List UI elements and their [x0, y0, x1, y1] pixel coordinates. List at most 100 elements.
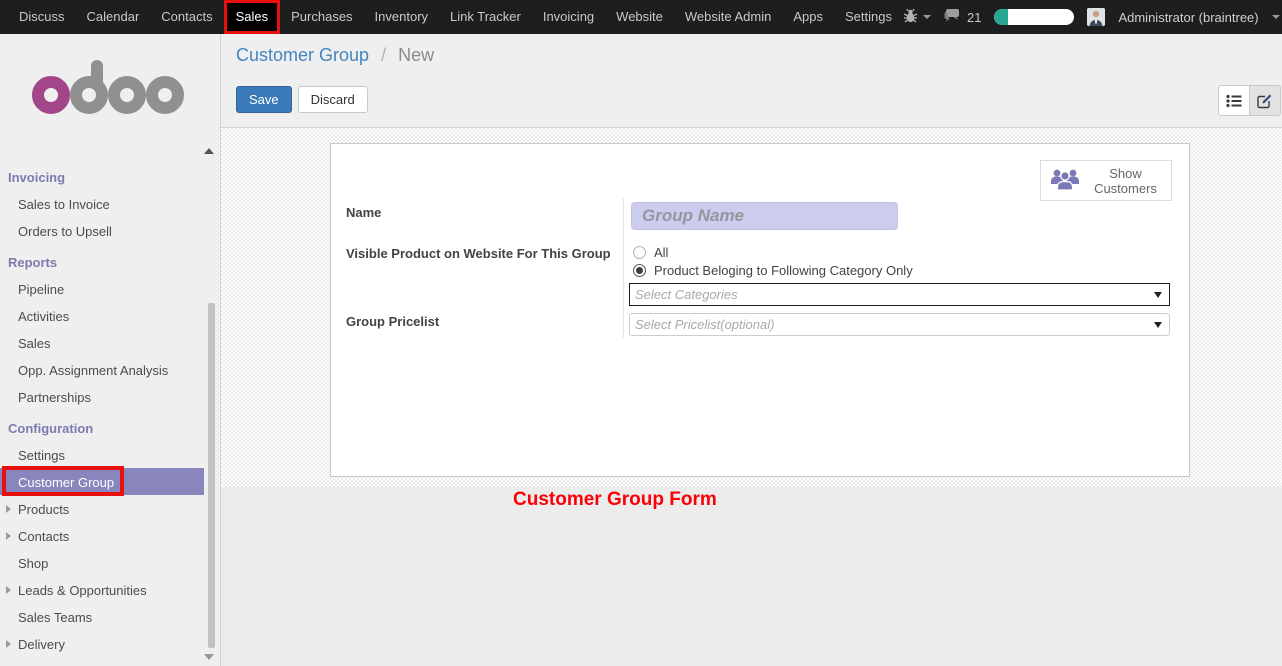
chat-icon	[944, 8, 962, 26]
caret-right-icon[interactable]	[6, 532, 11, 540]
sidebar-item-label: Leads & Opportunities	[18, 583, 147, 598]
avatar[interactable]	[1087, 8, 1105, 26]
main-content: Customer Group / New Save Discard	[221, 34, 1282, 666]
label-field-divider	[623, 198, 624, 338]
sidebar-item-label: Contacts	[18, 529, 69, 544]
sidebar-item-products[interactable]: Products	[0, 495, 204, 522]
sidebar-item-activities[interactable]: Activities	[0, 302, 204, 329]
radio-selected-icon[interactable]	[633, 264, 646, 277]
nav-item-sales[interactable]: Sales	[224, 0, 281, 34]
pricelist-input[interactable]	[630, 314, 1169, 335]
form-view-button[interactable]	[1249, 85, 1281, 116]
show-customers-label: Show Customers	[1089, 166, 1162, 196]
sidebar-item-contacts[interactable]: Contacts	[0, 522, 204, 549]
breadcrumb-parent-link[interactable]: Customer Group	[236, 45, 369, 65]
categories-select[interactable]	[629, 283, 1170, 306]
sidebar-item-partnerships[interactable]: Partnerships	[0, 383, 204, 410]
sidebar-item-label: Sales to Invoice	[18, 197, 110, 212]
sidebar-item-label: Activities	[18, 309, 69, 324]
sidebar-item-label: Pipeline	[18, 282, 64, 297]
user-menu[interactable]: Administrator (braintree)	[1118, 10, 1258, 25]
sidebar-item-pipeline[interactable]: Pipeline	[0, 275, 204, 302]
debug-menu[interactable]	[903, 8, 931, 26]
form-buttons: Save Discard	[236, 86, 368, 113]
sidebar-item-label: Partnerships	[18, 390, 91, 405]
top-menu: DiscussCalendarContactsSalesPurchasesInv…	[0, 0, 903, 34]
caret-down-icon[interactable]	[1154, 292, 1162, 298]
sidebar-item-opp-assignment-analysis[interactable]: Opp. Assignment Analysis	[0, 356, 204, 383]
sidebar-item-sales-teams[interactable]: Sales Teams	[0, 603, 204, 630]
bug-icon	[903, 8, 918, 26]
nav-item-inventory[interactable]: Inventory	[364, 0, 439, 34]
pricelist-select[interactable]	[629, 313, 1170, 336]
sidebar-item-shop[interactable]: Shop	[0, 549, 204, 576]
caret-down-icon	[923, 15, 931, 19]
show-customers-button[interactable]: Show Customers	[1040, 160, 1172, 201]
form-sheet: Show Customers Name Visible Product on W…	[330, 143, 1190, 477]
planner-progress-bar[interactable]	[994, 9, 1074, 25]
radio-option-all[interactable]: All	[633, 243, 913, 261]
discard-button[interactable]: Discard	[298, 86, 368, 113]
nav-item-contacts[interactable]: Contacts	[150, 0, 223, 34]
nav-item-settings[interactable]: Settings	[834, 0, 903, 34]
sidebar-item-sales-to-invoice[interactable]: Sales to Invoice	[0, 190, 204, 217]
nav-item-website-admin[interactable]: Website Admin	[674, 0, 782, 34]
sidebar-section-configuration: Configuration	[0, 414, 220, 441]
top-navbar: DiscussCalendarContactsSalesPurchasesInv…	[0, 0, 1282, 34]
caret-down-icon[interactable]	[204, 654, 214, 660]
nav-item-calendar[interactable]: Calendar	[76, 0, 151, 34]
form-view-background: Show Customers Name Visible Product on W…	[221, 128, 1282, 487]
group-name-input[interactable]	[631, 202, 898, 230]
name-field-label: Name	[346, 205, 381, 220]
sidebar-item-label: Shop	[18, 556, 48, 571]
radio-unselected-icon[interactable]	[633, 246, 646, 259]
sidebar-item-orders-to-upsell[interactable]: Orders to Upsell	[0, 217, 204, 244]
sidebar-item-label: Products	[18, 502, 69, 517]
sidebar-item-label: Opp. Assignment Analysis	[18, 363, 168, 378]
odoo-logo	[30, 58, 220, 119]
sidebar-item-leads-opportunities[interactable]: Leads & Opportunities	[0, 576, 204, 603]
sidebar-item-label: Sales Teams	[18, 610, 92, 625]
view-switcher	[1218, 85, 1281, 116]
control-panel: Customer Group / New Save Discard	[221, 34, 1282, 128]
sidebar-item-sales[interactable]: Sales	[0, 329, 204, 356]
visibility-field-label: Visible Product on Website For This Grou…	[346, 246, 611, 261]
messages-menu[interactable]: 21	[944, 8, 981, 26]
odoo-app-window: DiscussCalendarContactsSalesPurchasesInv…	[0, 0, 1282, 666]
nav-item-link-tracker[interactable]: Link Tracker	[439, 0, 532, 34]
caret-right-icon[interactable]	[6, 640, 11, 648]
radio-option-label: All	[654, 245, 668, 260]
breadcrumb-separator: /	[381, 45, 386, 65]
save-button[interactable]: Save	[236, 86, 292, 113]
form-edit-icon	[1257, 93, 1273, 109]
nav-item-purchases[interactable]: Purchases	[280, 0, 363, 34]
categories-input[interactable]	[630, 284, 1169, 305]
group-people-icon	[1050, 168, 1080, 194]
sidebar-item-label: Delivery	[18, 637, 65, 652]
nav-item-invoicing[interactable]: Invoicing	[532, 0, 605, 34]
sidebar-item-label: Customer Group	[18, 475, 114, 490]
radio-option-label: Product Beloging to Following Category O…	[654, 263, 913, 278]
radio-option-product-beloging-to-following-category-only[interactable]: Product Beloging to Following Category O…	[633, 261, 913, 279]
sidebar-item-label: Orders to Upsell	[18, 224, 112, 239]
pricelist-field-label: Group Pricelist	[346, 314, 439, 329]
nav-item-discuss[interactable]: Discuss	[8, 0, 76, 34]
caret-right-icon[interactable]	[6, 505, 11, 513]
list-view-button[interactable]	[1218, 85, 1250, 116]
caret-right-icon[interactable]	[6, 586, 11, 594]
messages-count: 21	[967, 10, 981, 25]
nav-item-apps[interactable]: Apps	[782, 0, 834, 34]
visibility-radio-group: All Product Beloging to Following Categor…	[633, 243, 913, 279]
sidebar-section-reports: Reports	[0, 248, 220, 275]
breadcrumb-current: New	[398, 45, 434, 65]
planner-progress-fill	[994, 9, 1008, 25]
sidebar-item-customer-group[interactable]: Customer Group	[0, 468, 204, 495]
sidebar-menu: Invoicing Sales to Invoice Orders to Upsel…	[0, 163, 220, 657]
caret-down-icon[interactable]	[1154, 322, 1162, 328]
sidebar-item-delivery[interactable]: Delivery	[0, 630, 204, 657]
caret-up-icon[interactable]	[204, 148, 214, 154]
nav-item-website[interactable]: Website	[605, 0, 674, 34]
sidebar-scrollbar-thumb[interactable]	[208, 303, 215, 648]
sidebar-section-invoicing: Invoicing	[0, 163, 220, 190]
sidebar-item-settings[interactable]: Settings	[0, 441, 204, 468]
